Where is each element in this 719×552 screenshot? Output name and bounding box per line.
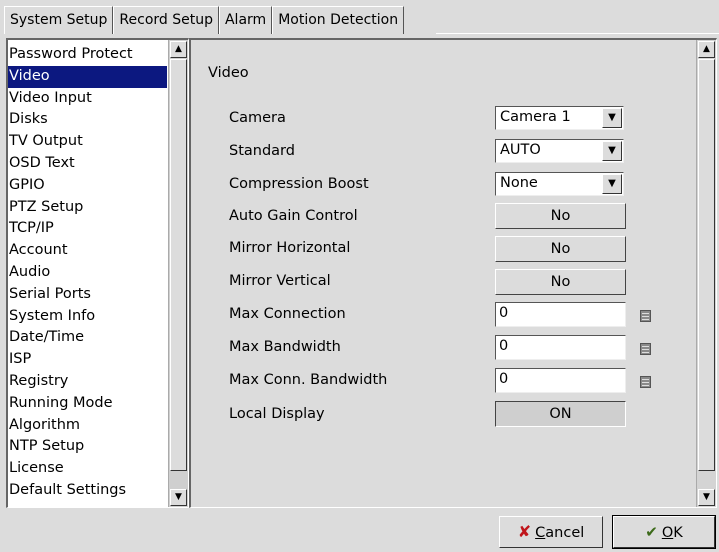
sidebar-item-password-protect[interactable]: Password Protect	[8, 44, 167, 66]
cancel-x-icon: ✘	[517, 522, 532, 541]
local-display-label: Local Display	[229, 406, 325, 422]
compression-boost-select[interactable]: None ▼	[495, 172, 624, 196]
mirror-vertical-label: Mirror Vertical	[229, 273, 331, 289]
sidebar-item-disks[interactable]: Disks	[8, 109, 167, 131]
sidebar-item-tcp-ip[interactable]: TCP/IP	[8, 218, 167, 240]
dropdown-arrow-icon[interactable]: ▼	[602, 108, 622, 128]
panel-scroll-thumb[interactable]	[698, 59, 715, 471]
tab-bar: System Setup Record Setup Alarm Motion D…	[4, 6, 405, 34]
max-bandwidth-input[interactable]: 0	[495, 335, 626, 360]
sidebar-item-system-info[interactable]: System Info	[8, 306, 167, 328]
panel-scrollbar[interactable]: ▲ ▼	[696, 40, 716, 507]
scroll-down-icon[interactable]: ▼	[698, 489, 715, 506]
mirror-horizontal-toggle[interactable]: No	[495, 236, 626, 262]
sidebar-item-date-time[interactable]: Date/Time	[8, 327, 167, 349]
sidebar-item-gpio[interactable]: GPIO	[8, 175, 167, 197]
sidebar-item-license[interactable]: License	[8, 458, 167, 480]
scroll-down-icon[interactable]: ▼	[170, 489, 187, 506]
cancel-label: ancel	[545, 525, 585, 541]
calculator-icon[interactable]	[640, 376, 651, 388]
settings-list: Password Protect Video Video Input Disks…	[8, 44, 167, 502]
auto-gain-label: Auto Gain Control	[229, 208, 358, 224]
max-connection-label: Max Connection	[229, 306, 346, 322]
mirror-horizontal-label: Mirror Horizontal	[229, 240, 351, 256]
sidebar-item-isp[interactable]: ISP	[8, 349, 167, 371]
sidebar-item-registry[interactable]: Registry	[8, 371, 167, 393]
ok-button[interactable]: ✔ OK	[612, 515, 716, 549]
cancel-mnemonic: C	[535, 525, 546, 541]
ok-mnemonic: O	[661, 525, 674, 541]
calculator-icon[interactable]	[640, 343, 651, 355]
camera-label: Camera	[229, 110, 286, 126]
standard-select-value: AUTO	[500, 142, 541, 158]
sidebar-item-account[interactable]: Account	[8, 240, 167, 262]
compression-boost-label: Compression Boost	[229, 176, 369, 192]
camera-select-value: Camera 1	[500, 109, 571, 125]
ok-check-icon: ✔	[645, 523, 658, 541]
sidebar-item-audio[interactable]: Audio	[8, 262, 167, 284]
scroll-up-icon[interactable]: ▲	[170, 41, 187, 58]
sidebar-item-serial-ports[interactable]: Serial Ports	[8, 284, 167, 306]
sidebar-item-video-input[interactable]: Video Input	[8, 88, 167, 110]
sidebar-scroll-thumb[interactable]	[170, 59, 187, 471]
ok-label: K	[673, 525, 683, 541]
tab-record-setup[interactable]: Record Setup	[113, 6, 219, 34]
sidebar-item-ntp-setup[interactable]: NTP Setup	[8, 436, 167, 458]
compression-boost-value: None	[500, 175, 538, 191]
max-bandwidth-label: Max Bandwidth	[229, 339, 341, 355]
camera-select[interactable]: Camera 1 ▼	[495, 106, 624, 130]
standard-label: Standard	[229, 143, 295, 159]
max-conn-bandwidth-input[interactable]: 0	[495, 368, 626, 393]
video-settings-panel: Video Camera Camera 1 ▼ Standard AUTO ▼ …	[189, 38, 717, 508]
sidebar-item-running-mode[interactable]: Running Mode	[8, 393, 167, 415]
settings-sidebar: Password Protect Video Video Input Disks…	[6, 38, 189, 508]
dropdown-arrow-icon[interactable]: ▼	[602, 141, 622, 161]
panel-title: Video	[208, 65, 249, 81]
scroll-up-icon[interactable]: ▲	[698, 41, 715, 58]
local-display-toggle[interactable]: ON	[495, 401, 626, 427]
tab-alarm[interactable]: Alarm	[218, 6, 273, 34]
calculator-icon[interactable]	[640, 310, 651, 322]
sidebar-item-ptz-setup[interactable]: PTZ Setup	[8, 197, 167, 219]
tab-system-setup[interactable]: System Setup	[4, 6, 114, 34]
max-conn-bandwidth-label: Max Conn. Bandwidth	[229, 372, 388, 388]
sidebar-item-algorithm[interactable]: Algorithm	[8, 415, 167, 437]
dropdown-arrow-icon[interactable]: ▼	[602, 174, 622, 194]
sidebar-item-video[interactable]: Video	[8, 65, 167, 88]
sidebar-item-tv-output[interactable]: TV Output	[8, 131, 167, 153]
tab-divider	[436, 33, 719, 34]
sidebar-item-default-settings[interactable]: Default Settings	[8, 480, 167, 502]
sidebar-item-osd-text[interactable]: OSD Text	[8, 153, 167, 175]
cancel-button[interactable]: ✘ Cancel	[499, 516, 603, 548]
standard-select[interactable]: AUTO ▼	[495, 139, 624, 163]
tab-motion-detection[interactable]: Motion Detection	[272, 6, 405, 34]
sidebar-scrollbar[interactable]: ▲ ▼	[168, 40, 188, 507]
auto-gain-toggle[interactable]: No	[495, 203, 626, 229]
mirror-vertical-toggle[interactable]: No	[495, 269, 626, 295]
max-connection-input[interactable]: 0	[495, 302, 626, 327]
